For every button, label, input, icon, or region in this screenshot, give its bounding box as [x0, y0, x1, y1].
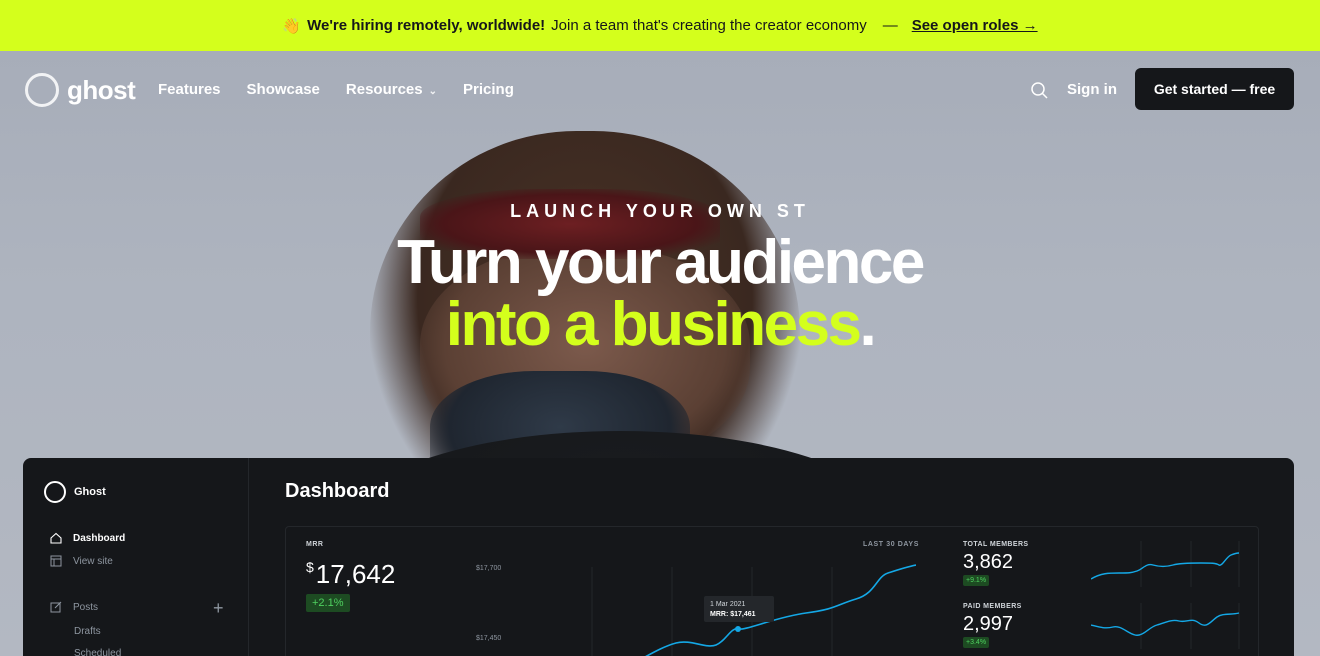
search-icon[interactable]: [1030, 81, 1048, 99]
announcement-bold: We're hiring remotely, worldwide!: [307, 17, 546, 34]
brand-name: ghost: [67, 74, 136, 105]
nav-pricing[interactable]: Pricing: [463, 81, 514, 98]
hero-headline: Turn your audience: [397, 228, 925, 297]
nav-menu: Features Showcase Resources ⌄ Pricing: [158, 81, 514, 98]
nav-features[interactable]: Features: [158, 81, 221, 98]
hero-headline-accent: into a business.: [0, 294, 1320, 356]
see-open-roles-link[interactable]: See open roles →: [912, 17, 1038, 34]
ghost-logo[interactable]: ghost: [25, 73, 136, 107]
mrr-point: [735, 626, 741, 632]
new-post-plus-icon[interactable]: +: [213, 598, 224, 619]
announcement-bar: 👋 We're hiring remotely, worldwide! Join…: [0, 0, 1320, 51]
dashboard-brand: Ghost: [44, 481, 106, 503]
sidebar-item-dashboard[interactable]: Dashboard: [49, 531, 125, 545]
edit-icon: [49, 600, 63, 614]
hero-period: .: [859, 290, 877, 359]
nav-showcase[interactable]: Showcase: [247, 81, 320, 98]
get-started-button[interactable]: Get started — free: [1135, 68, 1294, 110]
mrr-value: $17,642: [306, 559, 396, 589]
sidebar-item-posts[interactable]: Posts: [49, 600, 98, 614]
sidebar-item-view-site[interactable]: View site: [49, 554, 113, 568]
sidebar-item-drafts[interactable]: Drafts: [74, 626, 101, 637]
ghost-logo-icon: [25, 73, 59, 107]
hero-eyebrow: LAUNCH YOUR OWN ST: [510, 201, 810, 221]
metrics-panel: MRR $17,642 +2.1% LAST 30 DAYS $17,700 $…: [285, 526, 1259, 656]
sidebar-item-scheduled[interactable]: Scheduled: [74, 648, 121, 656]
tooltip: [704, 596, 774, 622]
paid-members-label: PAID MEMBERS: [963, 603, 1022, 610]
announcement-separator: —: [882, 17, 898, 34]
mrr-chart: $17,700 $17,450 1 Mar 2021 MRR: $17,461: [476, 564, 916, 656]
total-members-delta: +9.1%: [963, 575, 990, 586]
nav-resources[interactable]: Resources ⌄: [346, 81, 437, 98]
total-members-sparkline: [1091, 541, 1240, 587]
total-members-label: TOTAL MEMBERS: [963, 541, 1029, 548]
dashboard-title: Dashboard: [285, 480, 390, 502]
sign-in-link[interactable]: Sign in: [1067, 81, 1117, 98]
hero-accent-text: into a business: [445, 290, 862, 359]
layout-icon: [49, 554, 63, 568]
dashboard-preview: Ghost Dashboard View site Posts + Drafts…: [23, 458, 1294, 656]
paid-members-sparkline: [1091, 603, 1240, 649]
wave-emoji: 👋: [282, 17, 302, 35]
tooltip-date: 1 Mar 2021: [710, 601, 746, 608]
chevron-down-icon: ⌄: [428, 86, 438, 97]
mrr-label: MRR: [306, 541, 324, 548]
dashboard-sidebar: Ghost Dashboard View site Posts + Drafts…: [23, 458, 249, 656]
tooltip-value: MRR: $17,461: [710, 611, 756, 618]
y-tick-top: $17,700: [476, 565, 501, 572]
mrr-delta-badge: +2.1%: [306, 594, 350, 612]
total-members-value: 3,862: [963, 551, 1014, 573]
home-icon: [49, 531, 63, 545]
y-tick-bottom: $17,450: [476, 635, 501, 642]
ghost-logo-icon: [44, 481, 66, 503]
paid-members-value: 2,997: [963, 613, 1014, 635]
announcement-text: Join a team that's creating the creator …: [551, 17, 867, 34]
top-nav: ghost Features Showcase Resources ⌄ Prici…: [0, 51, 1320, 128]
paid-members-delta: +3.4%: [963, 637, 990, 648]
